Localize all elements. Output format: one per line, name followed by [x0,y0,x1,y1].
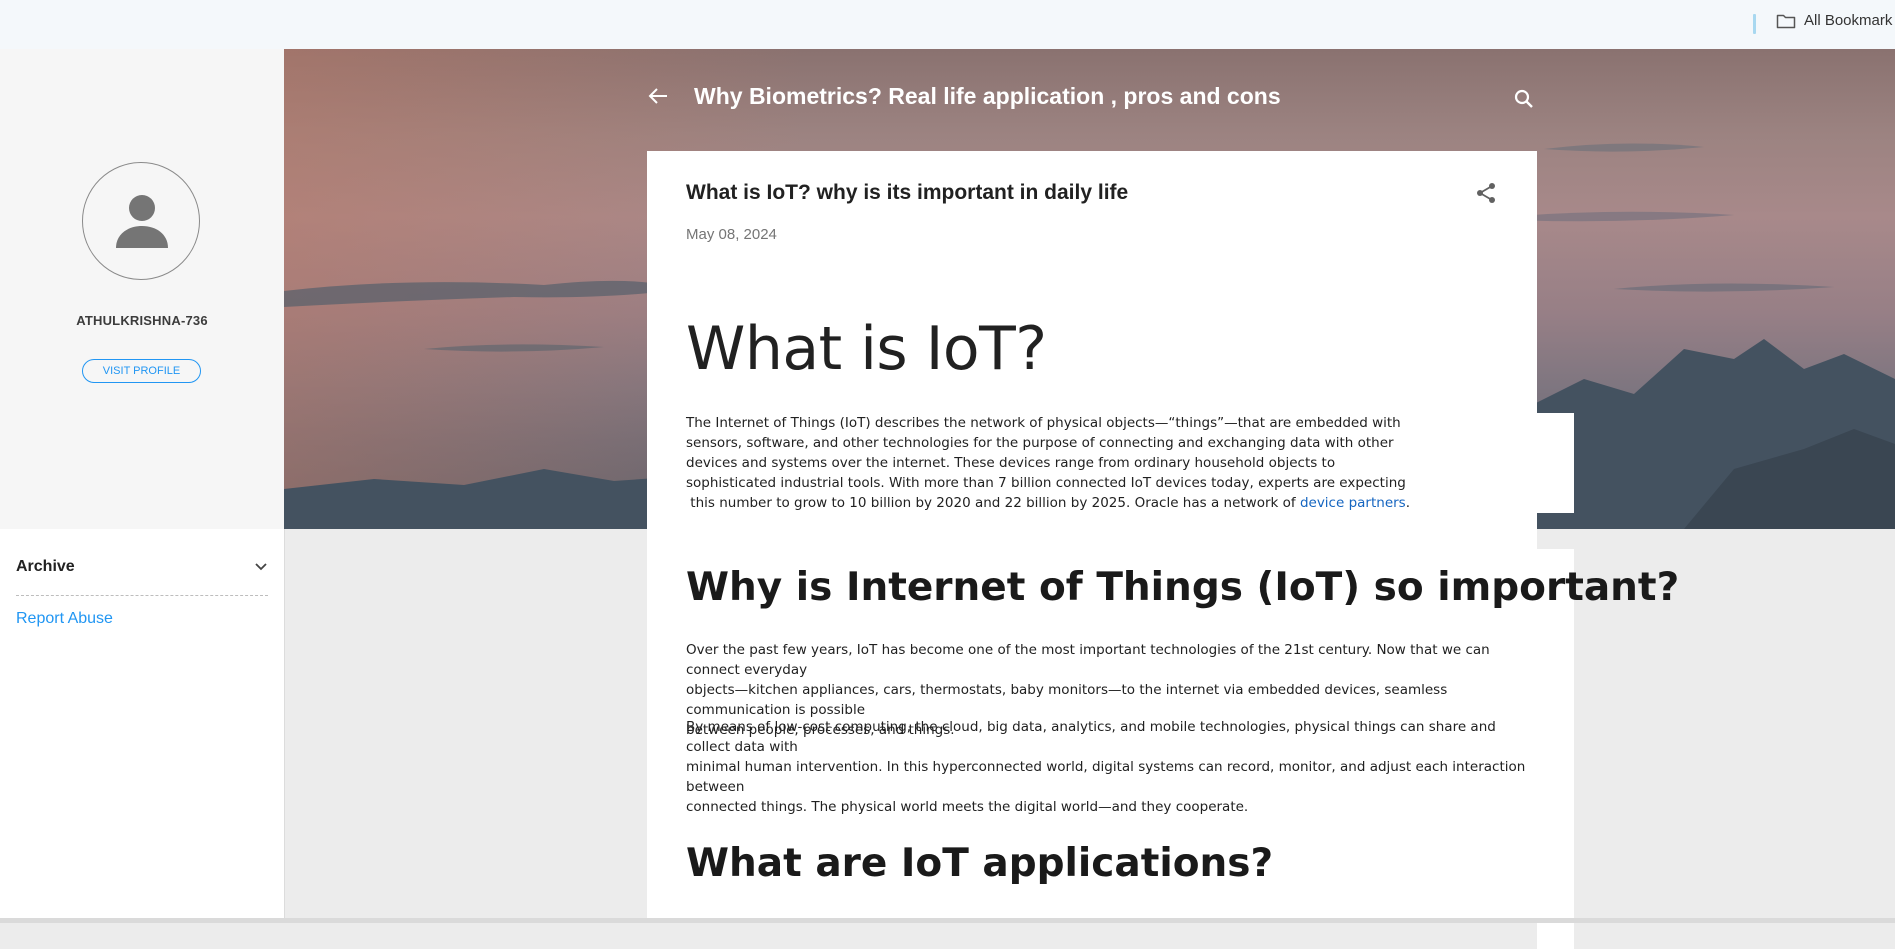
paragraph-line: sensors, software, and other technologie… [686,435,1394,451]
paragraph-line: sophisticated industrial tools. With mor… [686,475,1406,491]
bookmarks-bar: All Bookmark [0,0,1895,50]
card-right-panel [1537,413,1574,513]
all-bookmarks-label: All Bookmark [1804,12,1893,29]
paragraph-line: objects—kitchen appliances, cars, thermo… [686,682,1448,718]
all-bookmarks-button[interactable]: All Bookmark [1776,12,1892,29]
bookmarks-separator [1753,14,1756,34]
profile-panel: ATHULKRISHNA-736 VISIT PROFILE [0,49,284,529]
paragraph-line: this number to grow to 10 billion by 202… [686,493,1410,513]
share-icon[interactable] [1474,181,1498,205]
chevron-down-icon[interactable] [254,562,268,572]
folder-icon [1776,14,1796,28]
search-icon[interactable] [1513,88,1535,110]
paragraph-line: Over the past few years, IoT has become … [686,642,1490,678]
paragraph-line: By means of low-cost computing, the clou… [686,719,1496,755]
heading-what-is-iot: What is IoT? [686,314,1047,384]
paragraph-text: . [1405,495,1410,511]
sidebar-widgets: Archive Report Abuse [0,529,285,923]
heading-iot-applications: What are IoT applications? [686,841,1274,886]
post-title[interactable]: What is IoT? why is its important in dai… [686,181,1128,205]
device-partners-link[interactable]: device partners [1300,495,1406,511]
avatar[interactable] [82,162,200,280]
heading-why-important: Why is Internet of Things (IoT) so impor… [686,565,1680,610]
archive-widget[interactable]: Archive [16,549,268,596]
person-icon [116,195,168,248]
paragraph-line: minimal human intervention. In this hype… [686,759,1526,795]
paragraph-iot-technologies: By means of low-cost computing, the clou… [686,717,1537,817]
paragraph-line: devices and systems over the internet. T… [686,455,1336,471]
post-date: May 08, 2024 [686,226,777,243]
paragraph-text: this number to grow to 10 billion by 202… [686,495,1300,511]
paragraph-line: The Internet of Things (IoT) describes t… [686,415,1401,431]
post-card: What is IoT? why is its important in dai… [647,151,1679,923]
blog-title[interactable]: Why Biometrics? Real life application , … [694,83,1281,110]
visit-profile-button[interactable]: VISIT PROFILE [82,359,201,383]
paragraph-line: connected things. The physical world mee… [686,799,1249,815]
profile-username: ATHULKRISHNA-736 [76,313,208,328]
arrow-back-icon[interactable] [647,86,669,106]
window-bottom-edge [0,918,1895,923]
report-abuse-link[interactable]: Report Abuse [16,610,113,628]
archive-label: Archive [16,558,75,575]
paragraph-iot-definition: The Internet of Things (IoT) describes t… [686,413,1410,513]
